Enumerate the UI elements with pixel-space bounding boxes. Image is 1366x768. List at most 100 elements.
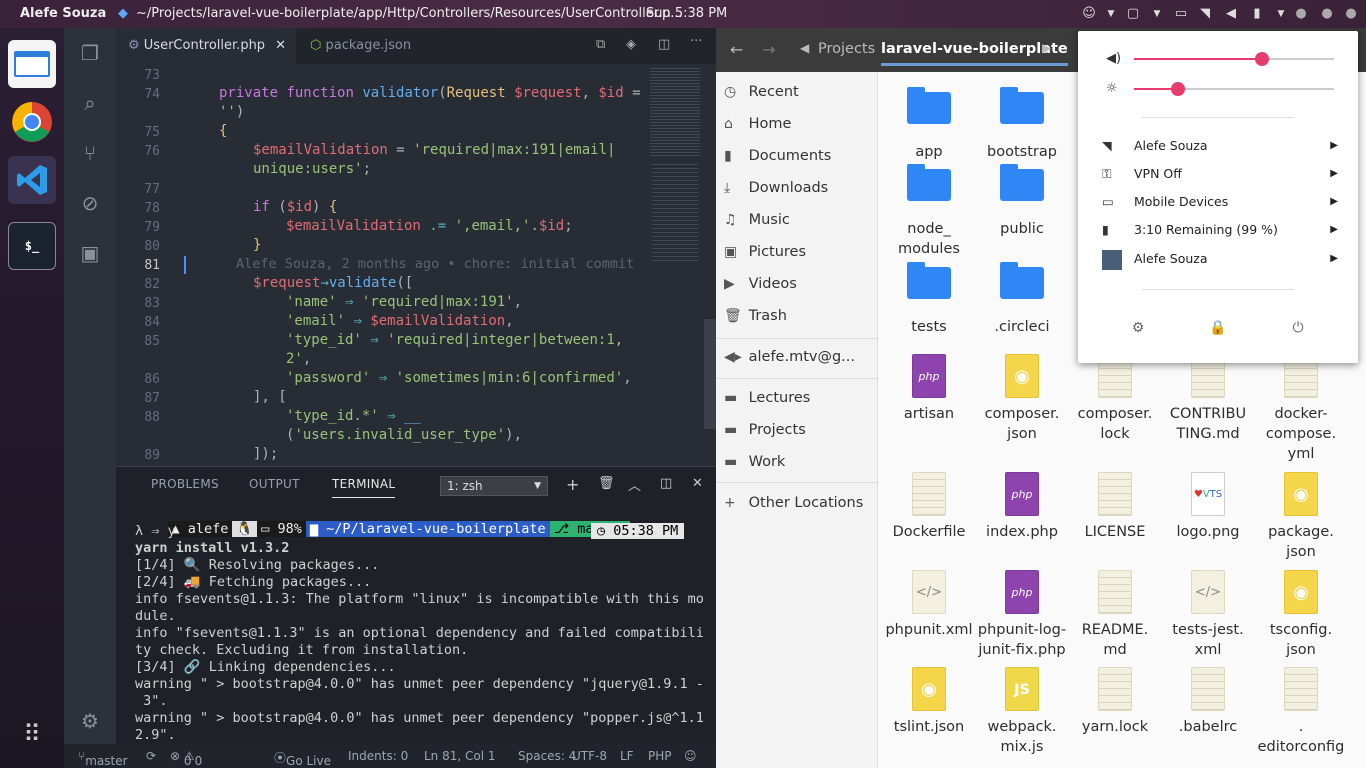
file-item[interactable]: php phpunit-log- junit-fix.php [976,570,1068,660]
extensions-icon[interactable]: ▣ [77,240,103,266]
close-tab-icon[interactable]: ✕ [275,28,286,64]
chevron-down-icon[interactable]: ▼ [1102,5,1120,23]
file-item[interactable]: . editorconfig [1255,667,1347,757]
file-item[interactable]: app [883,82,975,162]
file-item[interactable]: Dockerfile [883,472,975,542]
eol-status[interactable]: LF [620,749,634,763]
encoding-status[interactable]: UTF-8 [572,749,607,763]
file-item[interactable]: CONTRIBU TING.md [1162,354,1254,444]
file-item[interactable]: node_ modules [883,159,975,259]
tab-package-json[interactable]: ⬡ package.json [298,28,423,64]
battery-icon[interactable]: ▮ [1248,5,1266,23]
user-menu[interactable]: Alefe Souza [20,6,106,21]
indents-status[interactable]: Indents: 0 [348,749,408,763]
file-item[interactable]: docker- compose. yml [1255,354,1347,464]
clock[interactable]: Sun 5:38 PM [646,6,727,21]
file-item[interactable]: .babelrc [1162,667,1254,737]
git-compare-icon[interactable]: ◈ [626,37,636,52]
vpn-menu-item[interactable]: ⚿ VPN Off ▶ [1102,160,1338,188]
mobile-devices-menu-item[interactable]: ▭ Mobile Devices ▶ [1102,188,1338,216]
file-item[interactable]: </> phpunit.xml [883,570,975,640]
sidebar-item-documents[interactable]: ▮ Documents [724,142,874,170]
terminal-app-icon[interactable]: $_ [8,222,56,270]
terminal-select[interactable]: 1: zsh ▼ [440,476,548,496]
git-branch[interactable]: ⑂ master [78,749,128,768]
sidebar-item-pictures[interactable]: ▣ Pictures [724,238,874,266]
go-live-button[interactable]: ⦿ Go Live [274,749,331,768]
file-item[interactable]: ♥VTS logo.png [1162,472,1254,542]
sidebar-item-music[interactable]: ♫ Music [724,206,874,234]
file-item[interactable]: ◉ tslint.json [883,667,975,737]
minimap[interactable] [646,64,716,466]
file-item[interactable]: JS webpack. mix.js [976,667,1068,757]
sidebar-item-home[interactable]: ⌂ Home [724,110,874,138]
search-icon[interactable]: ⌕ [77,90,103,116]
sidebar-item-trash[interactable]: 🗑 Trash [724,302,874,330]
trash-icon[interactable]: 🗑 [598,476,615,491]
lock-icon[interactable]: 🔒 [1208,320,1228,340]
settings-gear-icon[interactable]: ⚙ [1128,320,1148,340]
display-icon[interactable]: ▭ [1172,5,1190,23]
terminal-output[interactable]: ▲ alefe 🐧 ▭ 98% ▆ ~/P/laravel-vue-boilerpla… [135,505,705,743]
face-icon[interactable]: ☺ [1080,5,1098,23]
sync-icon[interactable]: ⟳ [146,749,156,763]
chrome-icon[interactable] [8,98,56,146]
file-item[interactable]: php index.php [976,472,1068,542]
source-control-icon[interactable]: ⑂ [77,140,103,166]
sidebar-item-lectures[interactable]: ▬ Lectures [724,384,874,412]
user-menu-item[interactable]: Alefe Souza ▶ [1102,245,1338,273]
volume-icon[interactable]: ◀ [1222,5,1240,23]
close-panel-icon[interactable]: ✕ [692,476,703,491]
breadcrumb-right-icon[interactable]: ▶ [1042,41,1051,55]
breadcrumb-left-icon[interactable]: ◀ [800,41,809,55]
file-item[interactable]: ◉ tsconfig. json [1255,570,1347,660]
breadcrumb-projects[interactable]: Projects [818,41,875,57]
tab-output[interactable]: OUTPUT [249,477,300,491]
minimize-icon[interactable]: ● [1292,5,1310,23]
spaces-status[interactable]: Spaces: 4 [518,749,576,763]
back-icon[interactable]: ← [730,40,743,59]
power-icon[interactable]: ⏻ [1288,320,1308,340]
file-item[interactable]: </> tests-jest. xml [1162,570,1254,660]
maximize-panel-icon[interactable]: ◫ [660,476,672,491]
language-status[interactable]: PHP [648,749,672,763]
breadcrumb-current[interactable]: laravel-vue-boilerplate [881,41,1068,66]
sidebar-item-work[interactable]: ▬ Work [724,448,874,476]
sidebar-item-downloads[interactable]: ⤓ Downloads [724,174,874,202]
file-item[interactable]: public [976,159,1068,239]
volume-slider[interactable] [1134,52,1334,66]
code-editor[interactable]: 73 74 75 76 77 78 79 80 81 82 83 84 85 8… [116,64,716,466]
chevron-up-icon[interactable]: ︿ [628,475,641,494]
wifi-menu-item[interactable]: ◥ Alefe Souza ▶ [1102,132,1338,160]
tab-problems[interactable]: PROBLEMS [151,477,219,491]
file-item[interactable]: composer. lock [1069,354,1161,444]
forward-icon[interactable]: → [762,40,775,59]
scrollbar-thumb[interactable] [704,319,716,429]
file-item[interactable]: LICENSE [1069,472,1161,542]
tab-usercontroller[interactable]: ⚙ UserController.php ✕ [116,28,296,64]
close-icon[interactable]: ● [1342,5,1360,23]
explorer-icon[interactable]: ❐ [77,40,103,66]
maximize-icon[interactable]: ● [1318,5,1336,23]
problems-count[interactable]: ⊗ 0 ⚠ 0 [170,749,202,768]
feedback-icon[interactable]: ☺ [684,749,697,763]
sidebar-item-other-locations[interactable]: + Other Locations [724,489,874,517]
wifi-icon[interactable]: ◥ [1196,5,1214,23]
chevron-down-icon[interactable]: ▼ [1148,5,1166,23]
file-item[interactable]: ◉ package. json [1255,472,1347,562]
clipboard-icon[interactable]: ▢ [1124,5,1142,23]
file-item[interactable]: bootstrap [976,82,1068,162]
sidebar-item-videos[interactable]: ▶ Videos [724,270,874,298]
open-changes-icon[interactable]: ⧉ [596,37,605,52]
chevron-down-icon[interactable]: ▼ [1272,5,1290,23]
file-item[interactable]: php artisan [883,354,975,424]
sidebar-item-recent[interactable]: ◷ Recent [724,78,874,106]
file-item[interactable]: ◉ composer. json [976,354,1068,444]
battery-menu-item[interactable]: ▮ 3:10 Remaining (99 %) ▶ [1102,216,1338,244]
files-app-icon[interactable] [8,40,56,88]
more-actions-icon[interactable]: ··· [690,34,702,49]
cursor-position[interactable]: Ln 81, Col 1 [424,749,496,763]
split-editor-icon[interactable]: ◫ [658,37,670,52]
file-item[interactable]: .circleci [976,257,1068,337]
brightness-slider[interactable] [1134,82,1334,96]
